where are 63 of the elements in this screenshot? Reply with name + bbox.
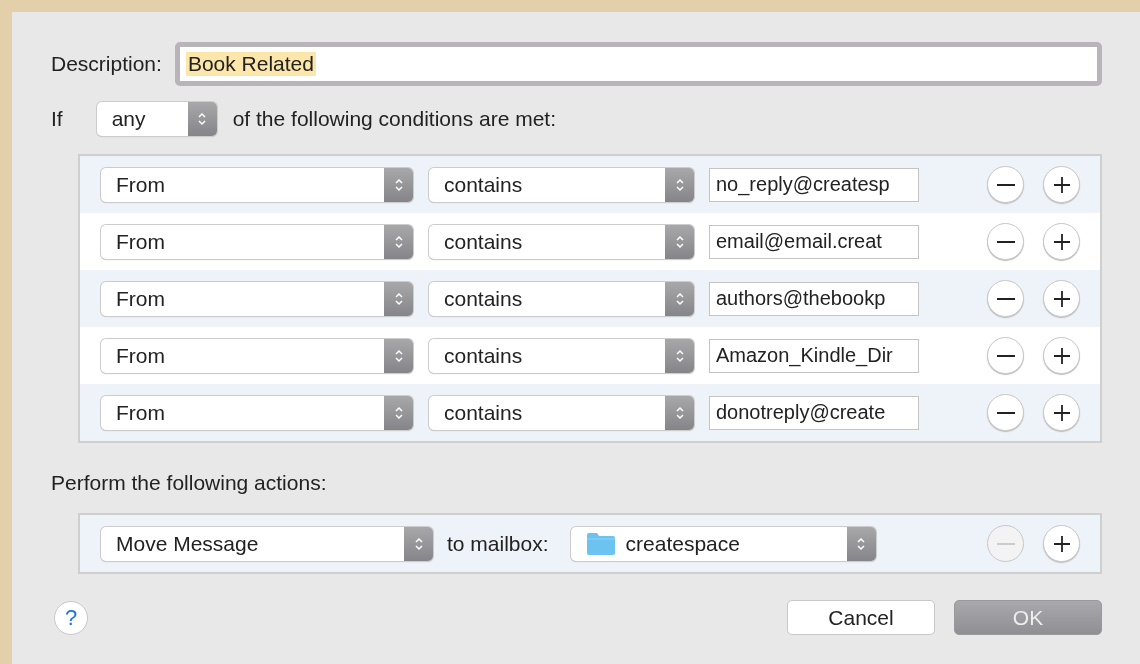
value-field[interactable]: donotreply@create — [709, 395, 919, 430]
value-field[interactable]: no_reply@createsp — [709, 167, 919, 202]
folder-icon — [585, 531, 616, 556]
plus-icon — [1051, 231, 1072, 252]
add-button[interactable] — [1043, 223, 1080, 260]
plus-icon — [1051, 174, 1072, 195]
chevron-icon — [856, 535, 867, 552]
add-button[interactable] — [1043, 525, 1080, 562]
plus-icon — [1051, 288, 1072, 309]
minus-icon — [996, 183, 1015, 186]
help-button[interactable]: ? — [54, 600, 88, 635]
chevron-icon — [674, 290, 685, 307]
add-button[interactable] — [1043, 280, 1080, 317]
chevron-icon — [393, 290, 404, 307]
chevron-icon — [674, 233, 685, 250]
value-field[interactable]: Amazon_Kindle_Dir — [709, 338, 919, 373]
description-label: Description: — [51, 52, 162, 76]
remove-button[interactable] — [987, 394, 1024, 431]
value-field[interactable]: authors@thebookp — [709, 281, 919, 316]
chevron-icon — [393, 176, 404, 193]
description-field[interactable]: Book Related — [174, 42, 1102, 86]
operator-popup[interactable]: contains — [429, 395, 694, 430]
remove-button[interactable] — [987, 337, 1024, 374]
chevron-icon — [197, 111, 208, 127]
add-button[interactable] — [1043, 166, 1080, 203]
remove-button[interactable] — [987, 223, 1024, 260]
field-popup[interactable]: From — [101, 281, 413, 316]
field-popup[interactable]: From — [101, 338, 413, 373]
chevron-icon — [674, 404, 685, 421]
chevron-icon — [413, 535, 424, 552]
field-popup[interactable]: From — [101, 167, 413, 202]
minus-icon — [996, 542, 1015, 545]
match-popup[interactable]: any — [96, 102, 217, 136]
chevron-icon — [393, 404, 404, 421]
plus-icon — [1051, 402, 1072, 423]
if-label: If — [51, 107, 63, 131]
cancel-button[interactable]: Cancel — [787, 600, 935, 635]
operator-popup[interactable]: contains — [429, 224, 694, 259]
mailbox-popup[interactable]: createspace — [570, 526, 876, 561]
chevron-icon — [393, 233, 404, 250]
mailbox-label: to mailbox: — [447, 531, 549, 556]
chevron-icon — [393, 347, 404, 364]
minus-icon — [996, 297, 1015, 300]
chevron-icon — [674, 176, 685, 193]
minus-icon — [996, 411, 1015, 414]
action-popup[interactable]: Move Message — [101, 526, 433, 561]
minus-icon — [996, 240, 1015, 243]
conditions-label: of the following conditions are met: — [232, 107, 557, 131]
operator-popup[interactable]: contains — [429, 338, 694, 373]
add-button[interactable] — [1043, 337, 1080, 374]
field-popup[interactable]: From — [101, 395, 413, 430]
value-field[interactable]: email@email.creat — [709, 224, 919, 259]
minus-icon — [996, 354, 1015, 357]
operator-popup[interactable]: contains — [429, 167, 694, 202]
plus-icon — [1051, 345, 1072, 366]
actions-label: Perform the following actions: — [51, 471, 328, 495]
remove-button[interactable] — [987, 280, 1024, 317]
field-popup[interactable]: From — [101, 224, 413, 259]
remove-button[interactable] — [987, 166, 1024, 203]
operator-popup[interactable]: contains — [429, 281, 694, 316]
chevron-icon — [674, 347, 685, 364]
add-button[interactable] — [1043, 394, 1080, 431]
plus-icon — [1051, 533, 1072, 554]
